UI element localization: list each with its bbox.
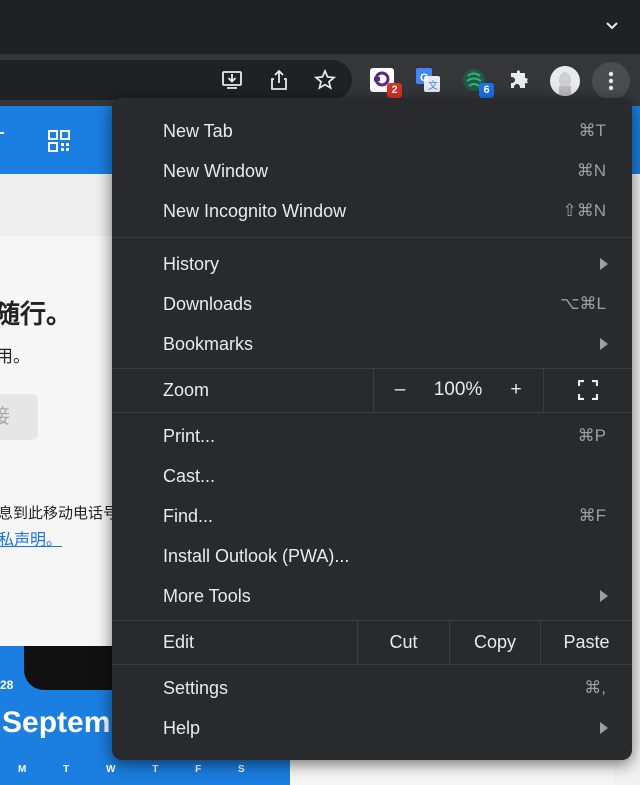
password-extension-icon[interactable]: 2 bbox=[368, 66, 402, 98]
qr-code-icon[interactable] bbox=[48, 130, 70, 152]
address-bar[interactable] bbox=[0, 60, 352, 100]
menu-item-shortcut: ⌘P bbox=[577, 426, 606, 445]
menu-item-bookmarks[interactable]: Bookmarks bbox=[112, 324, 632, 364]
menu-item-shortcut: ⌘N bbox=[576, 161, 606, 180]
menu-item-label: Install Outlook (PWA)... bbox=[163, 546, 350, 566]
copy-button[interactable]: Copy bbox=[450, 620, 540, 664]
submenu-arrow-icon bbox=[600, 722, 608, 734]
submenu-arrow-icon bbox=[600, 338, 608, 350]
menu-separator bbox=[112, 237, 632, 238]
extension-badge: 2 bbox=[387, 83, 402, 98]
menu-item-help[interactable]: Help bbox=[112, 708, 632, 748]
menu-item-label: New Tab bbox=[163, 121, 233, 141]
chrome-menu-button[interactable] bbox=[592, 62, 630, 100]
menu-item-shortcut: ⌘, bbox=[584, 678, 606, 697]
profile-avatar[interactable] bbox=[550, 66, 580, 96]
page-info-text: 息到此移动电话号 bbox=[0, 505, 119, 522]
menu-item-label: New Window bbox=[163, 161, 269, 181]
menu-item-label: Print... bbox=[163, 426, 216, 446]
phone-calendar-title: Septemb bbox=[2, 706, 129, 739]
page-action-button[interactable]: 接 bbox=[0, 394, 38, 440]
menu-item-label: Find... bbox=[163, 506, 214, 526]
fullscreen-icon bbox=[577, 379, 599, 401]
edit-label: Edit bbox=[163, 632, 195, 652]
zoom-in-button[interactable]: + bbox=[490, 368, 542, 412]
page-subtext: 用。 bbox=[0, 347, 30, 366]
submenu-arrow-icon bbox=[600, 590, 608, 602]
green-extension-icon[interactable]: 6 bbox=[460, 66, 494, 98]
menu-item-more-tools[interactable]: More Tools bbox=[112, 576, 632, 616]
phone-date: 28 bbox=[0, 678, 14, 692]
zoom-row: Zoom – 100% + bbox=[112, 368, 632, 412]
menu-item-shortcut: ⌘T bbox=[578, 121, 606, 140]
zoom-level: 100% bbox=[433, 379, 483, 400]
menu-item-print[interactable]: Print... ⌘P bbox=[112, 416, 632, 456]
menu-item-downloads[interactable]: Downloads ⌥⌘L bbox=[112, 284, 632, 324]
chrome-main-menu: New Tab ⌘T New Window ⌘N New Incognito W… bbox=[112, 98, 632, 760]
menu-separator bbox=[112, 412, 632, 413]
menu-item-label: Settings bbox=[163, 678, 229, 698]
menu-item-install-outlook[interactable]: Install Outlook (PWA)... bbox=[112, 536, 632, 576]
svg-text:文: 文 bbox=[428, 79, 438, 92]
menu-item-label: Downloads bbox=[163, 294, 253, 314]
submenu-arrow-icon bbox=[600, 258, 608, 270]
menu-item-find[interactable]: Find... ⌘F bbox=[112, 496, 632, 536]
menu-item-label: Bookmarks bbox=[163, 334, 254, 354]
paste-button[interactable]: Paste bbox=[541, 620, 632, 664]
google-translate-icon[interactable]: G文 bbox=[414, 66, 442, 94]
extensions-puzzle-icon[interactable] bbox=[506, 66, 534, 94]
menu-item-cast[interactable]: Cast... bbox=[112, 456, 632, 496]
share-icon[interactable] bbox=[265, 66, 293, 94]
fullscreen-button[interactable] bbox=[544, 368, 632, 412]
menu-item-label: History bbox=[163, 254, 220, 274]
bookmark-star-icon[interactable] bbox=[311, 66, 339, 94]
menu-item-shortcut: ⌘F bbox=[578, 506, 606, 525]
menu-item-label: More Tools bbox=[163, 586, 251, 606]
menu-item-label: Help bbox=[163, 718, 201, 738]
header-arrow-fragment bbox=[0, 132, 4, 134]
zoom-label: Zoom bbox=[163, 380, 210, 400]
menu-item-label: Cast... bbox=[163, 466, 216, 486]
menu-item-label: New Incognito Window bbox=[163, 201, 347, 221]
cut-button[interactable]: Cut bbox=[358, 620, 449, 664]
tab-strip bbox=[0, 0, 640, 54]
menu-item-history[interactable]: History bbox=[112, 244, 632, 284]
extension-badge: 6 bbox=[479, 83, 494, 98]
chevron-down-icon[interactable] bbox=[604, 18, 620, 34]
install-app-icon[interactable] bbox=[218, 66, 246, 94]
menu-item-settings[interactable]: Settings ⌘, bbox=[112, 668, 632, 708]
menu-item-new-tab[interactable]: New Tab ⌘T bbox=[112, 111, 632, 151]
menu-item-shortcut: ⌥⌘L bbox=[559, 294, 606, 313]
menu-separator bbox=[112, 664, 632, 665]
menu-item-new-incognito-window[interactable]: New Incognito Window ⇧⌘N bbox=[112, 191, 632, 231]
menu-item-shortcut: ⇧⌘N bbox=[562, 201, 606, 220]
phone-weekdays: M T W T F S bbox=[18, 764, 245, 775]
page-heading: 随行。 bbox=[0, 299, 73, 329]
privacy-link[interactable]: 私声明。 bbox=[0, 526, 62, 550]
zoom-out-button[interactable]: – bbox=[374, 368, 426, 412]
menu-item-new-window[interactable]: New Window ⌘N bbox=[112, 151, 632, 191]
more-vertical-icon bbox=[608, 71, 614, 91]
edit-row: Edit Cut Copy Paste bbox=[112, 620, 632, 664]
